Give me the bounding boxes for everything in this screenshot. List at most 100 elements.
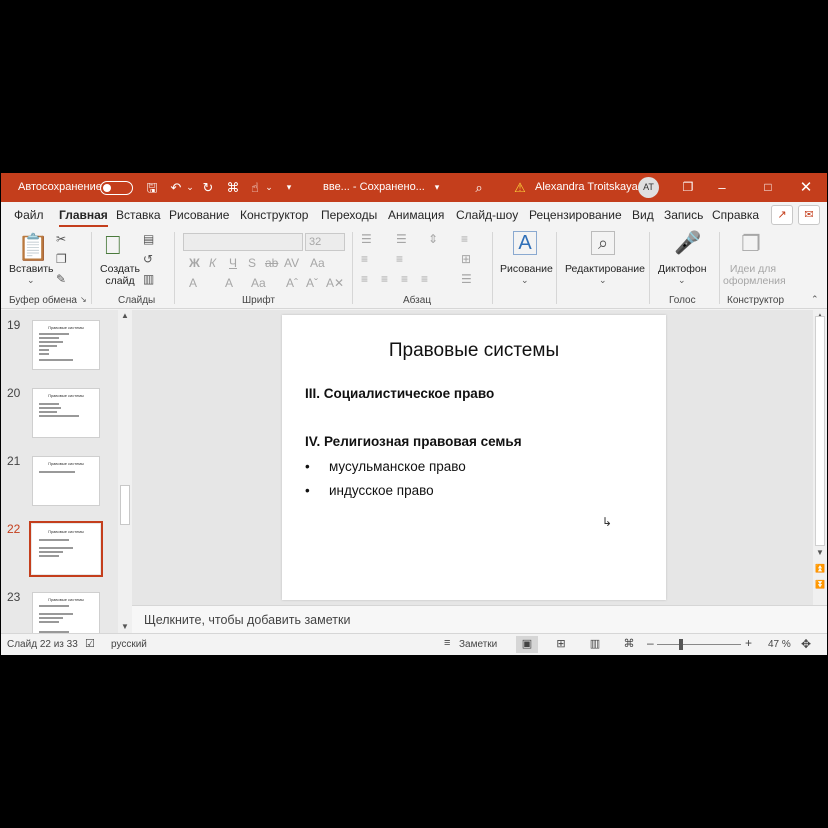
align-left-icon[interactable]: ≡ bbox=[361, 272, 368, 286]
fit-to-window-icon[interactable]: ✥ bbox=[801, 637, 811, 651]
thumbnail-scroll-thumb[interactable] bbox=[120, 485, 130, 525]
clear-formatting-icon[interactable]: A✕ bbox=[326, 276, 344, 290]
slide-scroll-thumb[interactable] bbox=[815, 316, 825, 546]
notes-pane[interactable]: Щелкните, чтобы добавить заметки bbox=[132, 605, 827, 633]
smartart-icon[interactable]: ⊞ bbox=[461, 252, 471, 266]
slide-thumbnail-19[interactable]: Правовые системы bbox=[32, 320, 100, 370]
columns-icon[interactable]: ≡ bbox=[461, 232, 468, 246]
search-icon[interactable]: ⌕ bbox=[470, 173, 488, 202]
undo-dropdown-icon[interactable]: ⌄ bbox=[185, 173, 195, 202]
shadow-icon[interactable]: S bbox=[248, 256, 256, 270]
font-name-combo[interactable] bbox=[183, 233, 303, 251]
tab-design[interactable]: Конструктор bbox=[240, 208, 308, 222]
tab-review[interactable]: Рецензирование bbox=[529, 208, 622, 222]
tab-home[interactable]: Главная bbox=[59, 208, 108, 227]
title-dropdown-icon[interactable]: ▾ bbox=[431, 173, 443, 202]
notes-button[interactable]: Заметки bbox=[459, 639, 497, 650]
comments-icon[interactable]: ✉ bbox=[798, 205, 820, 225]
tab-slideshow[interactable]: Слайд-шоу bbox=[456, 208, 518, 222]
editing-button[interactable]: Редактирование bbox=[565, 263, 645, 275]
collapse-ribbon-icon[interactable]: ⌃ bbox=[811, 294, 819, 305]
touch-mode-icon[interactable]: ☝ bbox=[246, 173, 264, 202]
zoom-slider[interactable] bbox=[657, 644, 741, 645]
editing-search-icon[interactable]: ⌕ bbox=[591, 231, 615, 255]
slide-item-religious-law[interactable]: IV. Религиозная правовая семья bbox=[305, 434, 522, 449]
scroll-up-icon[interactable]: ▲ bbox=[121, 311, 129, 320]
zoom-level[interactable]: 47 % bbox=[768, 639, 791, 650]
reset-icon[interactable]: ↺ bbox=[143, 252, 153, 266]
minimize-icon[interactable]: – bbox=[711, 173, 733, 202]
align-center-icon[interactable]: ≡ bbox=[381, 272, 388, 286]
new-slide-icon[interactable]: ⎕ bbox=[105, 230, 121, 262]
paragraph-spacing-icon[interactable]: ☰ bbox=[461, 272, 472, 286]
paste-button[interactable]: Вставить bbox=[9, 263, 54, 275]
section-icon[interactable]: ▥ bbox=[143, 272, 154, 286]
bold-icon[interactable]: Ж bbox=[189, 256, 200, 270]
design-ideas-icon[interactable]: ❐ bbox=[741, 231, 761, 257]
ribbon-display-options-icon[interactable]: ❐ bbox=[679, 173, 697, 202]
underline-icon[interactable]: Ч bbox=[229, 256, 237, 270]
notes-icon[interactable]: ≡ bbox=[444, 637, 450, 649]
line-spacing-icon[interactable]: ⇕ bbox=[428, 232, 438, 246]
slide-scrollbar[interactable]: ▲ ▼ ⏫ ⏬ bbox=[813, 310, 827, 605]
previous-slide-icon[interactable]: ⏫ bbox=[815, 564, 825, 573]
align-text-icon[interactable]: ≡ bbox=[396, 252, 403, 266]
justify-icon[interactable]: ≡ bbox=[421, 272, 428, 286]
design-ideas-button[interactable]: Идеи для оформления bbox=[723, 263, 786, 287]
notes-placeholder[interactable]: Щелкните, чтобы добавить заметки bbox=[144, 613, 350, 627]
slide-thumbnail-22[interactable]: Правовые системы bbox=[29, 521, 103, 577]
decrease-font-icon[interactable]: Aˇ bbox=[306, 276, 318, 290]
strikethrough-icon[interactable]: ab bbox=[265, 256, 278, 270]
drawing-icon[interactable]: A bbox=[513, 231, 537, 255]
slide-bullet-hindu-law[interactable]: индусское право bbox=[329, 483, 434, 498]
presentation-start-icon[interactable]: ⌘ bbox=[224, 173, 242, 202]
editing-dropdown-icon[interactable]: ⌄ bbox=[599, 275, 607, 286]
normal-view-icon[interactable]: ▣ bbox=[516, 636, 538, 653]
font-color-icon[interactable]: A bbox=[225, 276, 233, 290]
paste-dropdown-icon[interactable]: ⌄ bbox=[27, 275, 35, 286]
text-direction-icon[interactable]: ≡ bbox=[361, 252, 368, 266]
share-icon[interactable]: ↗ bbox=[771, 205, 793, 225]
change-case-2-icon[interactable]: Aa bbox=[251, 276, 266, 290]
dictation-dropdown-icon[interactable]: ⌄ bbox=[678, 275, 686, 286]
slideshow-view-icon[interactable]: ⌘ bbox=[618, 636, 640, 653]
next-slide-icon[interactable]: ⏬ bbox=[815, 580, 825, 589]
clipboard-launcher-icon[interactable]: ↘ bbox=[80, 295, 87, 304]
slide-title[interactable]: Правовые системы bbox=[282, 340, 666, 362]
slide-thumbnail-21[interactable]: Правовые системы bbox=[32, 456, 100, 506]
touch-dropdown-icon[interactable]: ⌄ bbox=[264, 173, 274, 202]
avatar[interactable]: AT bbox=[638, 177, 659, 198]
scroll-down-icon[interactable]: ▼ bbox=[816, 548, 824, 557]
tab-view[interactable]: Вид bbox=[632, 208, 654, 222]
font-size-combo[interactable]: 32 bbox=[305, 233, 345, 251]
tab-draw[interactable]: Рисование bbox=[169, 208, 229, 222]
document-title[interactable]: вве... - Сохранено... bbox=[323, 173, 425, 202]
zoom-slider-knob[interactable] bbox=[679, 639, 683, 650]
current-slide[interactable]: Правовые системы III. Социалистическое п… bbox=[282, 315, 666, 600]
new-slide-button[interactable]: Создать слайд bbox=[100, 263, 140, 287]
layout-icon[interactable]: ▤ bbox=[143, 232, 154, 246]
dictation-button[interactable]: Диктофон bbox=[658, 263, 707, 275]
copy-icon[interactable]: ❐ bbox=[56, 252, 67, 266]
cut-icon[interactable]: ✂ bbox=[56, 232, 66, 246]
slide-sorter-icon[interactable]: ⊞ bbox=[550, 636, 572, 653]
format-painter-icon[interactable]: ✎ bbox=[56, 272, 66, 286]
scroll-down-icon[interactable]: ▼ bbox=[121, 622, 129, 631]
save-icon[interactable]: 🖫 bbox=[143, 173, 161, 202]
bullets-icon[interactable]: ☰ bbox=[361, 232, 372, 246]
spellcheck-icon[interactable]: ☑ bbox=[85, 637, 95, 650]
thumbnail-scrollbar[interactable]: ▲ ▼ bbox=[118, 310, 132, 635]
redo-icon[interactable]: ↻ bbox=[199, 173, 217, 202]
text-effects-icon[interactable]: A bbox=[189, 276, 197, 290]
tab-transitions[interactable]: Переходы bbox=[321, 208, 377, 222]
align-right-icon[interactable]: ≡ bbox=[401, 272, 408, 286]
reading-view-icon[interactable]: ▥ bbox=[584, 636, 606, 653]
tab-file[interactable]: Файл bbox=[14, 208, 44, 222]
tab-insert[interactable]: Вставка bbox=[116, 208, 161, 222]
char-spacing-icon[interactable]: AV bbox=[284, 256, 299, 270]
italic-icon[interactable]: К bbox=[209, 256, 216, 270]
zoom-out-icon[interactable]: – bbox=[647, 636, 654, 650]
slide-bullet-muslim-law[interactable]: мусульманское право bbox=[329, 459, 466, 474]
microphone-icon[interactable]: 🎤 bbox=[674, 230, 701, 256]
tab-help[interactable]: Справка bbox=[712, 208, 759, 222]
